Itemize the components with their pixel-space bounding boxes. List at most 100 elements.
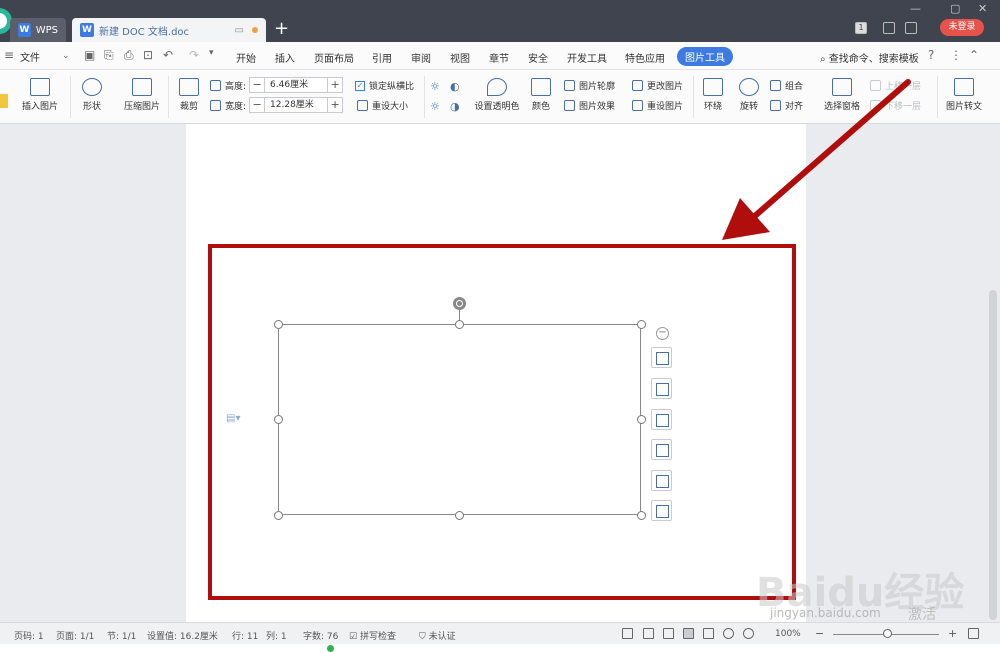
- zoom-slider-knob[interactable]: [883, 629, 892, 638]
- picture-outline-button[interactable]: 图片轮廓: [564, 79, 615, 92]
- brightness-up-icon[interactable]: ☼: [430, 80, 440, 93]
- zoom-out-button[interactable]: −: [815, 627, 824, 640]
- compress-picture-button[interactable]: 压缩图片: [120, 78, 164, 112]
- print-icon[interactable]: ⎙: [124, 48, 134, 63]
- compress-icon: [132, 78, 152, 96]
- status-word-count[interactable]: 字数: 76: [303, 629, 338, 642]
- spell-check-button[interactable]: ☑ 拼写检查: [349, 629, 396, 642]
- fit-page-icon[interactable]: [968, 628, 979, 639]
- group-button[interactable]: 组合: [770, 79, 803, 92]
- tab-references[interactable]: 引用: [372, 50, 392, 65]
- lock-ratio-checkbox[interactable]: ✓ 锁定纵横比: [355, 79, 414, 92]
- more-icon[interactable]: ⋮: [950, 48, 962, 62]
- pen-icon[interactable]: [663, 628, 674, 639]
- outline-view-icon[interactable]: [703, 628, 714, 639]
- selection-pane-label: 选择窗格: [823, 102, 860, 112]
- collapse-ribbon-icon[interactable]: ⌃: [969, 48, 979, 62]
- change-picture-button[interactable]: 更改图片: [632, 79, 683, 92]
- reset-picture-button[interactable]: 重设图片: [632, 99, 683, 112]
- set-transparent-button[interactable]: 设置透明色: [472, 78, 522, 112]
- reset-size-button[interactable]: 重设大小: [357, 99, 408, 112]
- tab-developer[interactable]: 开发工具: [567, 50, 607, 65]
- help-icon[interactable]: ?: [928, 48, 934, 62]
- tab-page-layout[interactable]: 页面布局: [314, 50, 354, 65]
- shape-button[interactable]: 形状: [76, 78, 108, 112]
- tab-picture-tools[interactable]: 图片工具: [677, 47, 733, 66]
- maximize-icon[interactable]: ▢: [950, 2, 960, 15]
- annotation-box: [208, 244, 796, 600]
- change-picture-icon: [632, 80, 643, 91]
- monitor-icon[interactable]: ▭: [235, 25, 244, 36]
- selection-pane-button[interactable]: 选择窗格: [820, 78, 864, 112]
- skin-icon[interactable]: [883, 22, 895, 34]
- tab-security[interactable]: 安全: [528, 50, 548, 65]
- picture-to-text-icon: [954, 78, 974, 96]
- close-icon[interactable]: ✕: [978, 2, 987, 15]
- tab-wps[interactable]: W WPS: [10, 18, 66, 42]
- increase-width-button[interactable]: +: [328, 98, 342, 112]
- verification-status[interactable]: ⛉ 未认证: [419, 629, 456, 642]
- send-backward-label: 下移一层: [885, 102, 922, 112]
- web-view-icon[interactable]: [723, 628, 734, 639]
- preview-icon[interactable]: ⊡: [143, 48, 153, 62]
- wrap-button[interactable]: 环绕: [698, 78, 728, 112]
- increase-height-button[interactable]: +: [328, 78, 342, 92]
- wallet-icon[interactable]: [905, 22, 917, 34]
- tab-review[interactable]: 审阅: [411, 50, 431, 65]
- align-button[interactable]: 对齐: [770, 99, 803, 112]
- reading-mode-icon[interactable]: [643, 628, 654, 639]
- zoom-level[interactable]: 100%: [775, 629, 801, 639]
- brightness-down-icon[interactable]: ☼: [430, 100, 440, 113]
- contrast-down-icon[interactable]: ◑: [450, 100, 460, 113]
- height-input[interactable]: 6.46厘米: [264, 78, 329, 92]
- insert-picture-button[interactable]: 插入图片: [16, 78, 64, 112]
- new-tab-button[interactable]: +: [274, 18, 289, 40]
- login-button[interactable]: 未登录: [940, 19, 984, 36]
- tab-insert[interactable]: 插入: [275, 50, 295, 65]
- shape-label: 形状: [82, 102, 101, 112]
- quick-access-dropdown-icon[interactable]: ▾: [209, 48, 214, 58]
- redo-icon[interactable]: ↷: [189, 48, 199, 62]
- chevron-down-icon[interactable]: ⌄: [62, 51, 70, 61]
- color-button[interactable]: 颜色: [528, 78, 554, 112]
- decrease-width-button[interactable]: −: [250, 98, 264, 112]
- compress-label: 压缩图片: [123, 102, 160, 112]
- tab-special[interactable]: 特色应用: [625, 50, 665, 65]
- eye-protection-icon[interactable]: [743, 628, 754, 639]
- command-search[interactable]: ⌕ 查找命令、搜索模板: [820, 50, 919, 65]
- decrease-height-button[interactable]: −: [250, 78, 264, 92]
- send-backward-button[interactable]: 下移一层: [870, 99, 921, 112]
- transparent-icon: [487, 78, 507, 96]
- tab-document[interactable]: W 新建 DOC 文档.doc ▭: [72, 18, 266, 42]
- tab-chapter[interactable]: 章节: [489, 50, 509, 65]
- contrast-up-icon[interactable]: ◐: [450, 80, 460, 93]
- bring-forward-button[interactable]: 上移一层: [870, 79, 921, 92]
- insert-picture-label: 插入图片: [21, 102, 58, 112]
- tab-home[interactable]: 开始: [236, 50, 256, 65]
- rotate-button[interactable]: 旋转: [734, 78, 764, 112]
- window-count-badge[interactable]: 1: [855, 22, 867, 34]
- save-icon[interactable]: ▣: [84, 48, 95, 62]
- picture-to-text-button[interactable]: 图片转文: [942, 78, 986, 112]
- effect-icon: [564, 100, 575, 111]
- export-icon[interactable]: ⎘: [104, 48, 114, 63]
- fullscreen-icon[interactable]: [622, 628, 633, 639]
- page-view-icon[interactable]: [683, 628, 694, 639]
- hamburger-icon[interactable]: ≡: [4, 48, 14, 62]
- status-page-number[interactable]: 页码: 1: [14, 629, 44, 642]
- height-stepper[interactable]: − 6.46厘米 +: [249, 77, 344, 93]
- zoom-in-button[interactable]: +: [948, 627, 957, 640]
- undo-icon[interactable]: ↶: [163, 48, 173, 62]
- scrollbar-thumb[interactable]: [989, 290, 997, 620]
- align-icon: [770, 100, 781, 111]
- menu-file[interactable]: 文件: [20, 49, 40, 64]
- minimize-icon[interactable]: —: [910, 2, 921, 15]
- width-input[interactable]: 12.28厘米: [264, 98, 329, 112]
- star-icon[interactable]: [0, 94, 8, 108]
- width-stepper[interactable]: − 12.28厘米 +: [249, 97, 344, 113]
- picture-effect-button[interactable]: 图片效果: [564, 99, 615, 112]
- status-setting: 设置值: 16.2厘米: [147, 632, 218, 642]
- shield-icon: ⛉: [419, 632, 426, 642]
- tab-view[interactable]: 视图: [450, 50, 470, 65]
- crop-button[interactable]: 裁剪: [174, 78, 204, 112]
